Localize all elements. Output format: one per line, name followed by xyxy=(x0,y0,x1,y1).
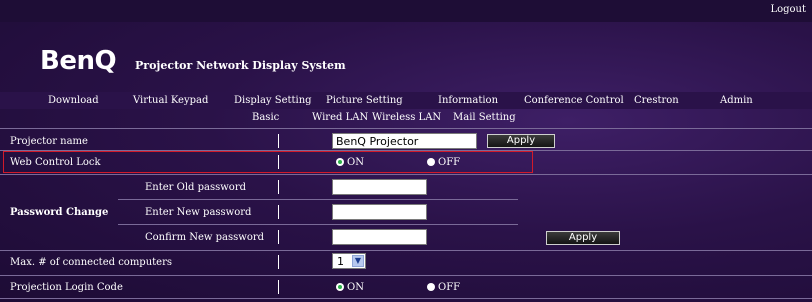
row-divider xyxy=(0,128,812,129)
main-nav: Download Virtual Keypad Display Setting … xyxy=(0,92,812,109)
projection-login-code-label: Projection Login Code xyxy=(10,282,123,293)
projection-login-off-radio[interactable]: OFF xyxy=(427,282,460,293)
nav-admin[interactable]: Admin xyxy=(720,95,753,106)
row-divider xyxy=(0,298,812,299)
password-change-label: Password Change xyxy=(10,207,109,218)
nav-virtual-keypad[interactable]: Virtual Keypad xyxy=(133,95,208,106)
nav-conference-control[interactable]: Conference Control xyxy=(524,95,624,106)
app-frame: Logout BenQ Projector Network Display Sy… xyxy=(0,0,812,302)
radio-label: ON xyxy=(347,282,364,293)
password-apply-button[interactable]: Apply xyxy=(546,231,620,245)
column-separator xyxy=(278,180,279,194)
column-separator xyxy=(278,134,279,148)
nav-download[interactable]: Download xyxy=(48,95,99,106)
old-password-input[interactable] xyxy=(332,179,427,195)
column-separator xyxy=(278,255,279,269)
nav-information[interactable]: Information xyxy=(438,95,498,106)
chevron-down-icon[interactable]: ▼ xyxy=(352,255,364,267)
system-title: Projector Network Display System xyxy=(135,59,346,72)
benq-logo: BenQ xyxy=(40,46,117,76)
row-divider xyxy=(0,275,812,276)
subnav-wireless-lan[interactable]: Wireless LAN xyxy=(372,112,441,123)
projector-name-label: Projector name xyxy=(10,136,88,147)
web-control-lock-label: Web Control Lock xyxy=(10,157,101,168)
max-connected-label: Max. # of connected computers xyxy=(10,257,172,268)
subnav-mail-setting[interactable]: Mail Setting xyxy=(453,112,516,123)
max-connected-value: 1 xyxy=(337,255,344,268)
projection-login-on-radio[interactable]: ON xyxy=(336,282,364,293)
subnav-wired-lan[interactable]: Wired LAN xyxy=(312,112,368,123)
web-control-lock-on-radio[interactable]: ON xyxy=(336,157,364,168)
old-password-label: Enter Old password xyxy=(145,182,247,193)
row-divider xyxy=(118,199,518,200)
radio-label: OFF xyxy=(438,157,461,168)
subnav-basic[interactable]: Basic xyxy=(252,112,279,123)
top-strip xyxy=(0,0,812,22)
row-divider xyxy=(0,174,812,175)
radio-selected-icon xyxy=(336,158,344,166)
nav-display-setting[interactable]: Display Setting xyxy=(234,95,312,106)
nav-picture-setting[interactable]: Picture Setting xyxy=(326,95,403,106)
new-password-input[interactable] xyxy=(332,204,427,220)
new-password-label: Enter New password xyxy=(145,207,252,218)
confirm-password-input[interactable] xyxy=(332,229,427,245)
column-separator xyxy=(278,205,279,219)
row-divider xyxy=(0,250,812,251)
radio-selected-icon xyxy=(336,283,344,291)
radio-icon xyxy=(427,283,435,291)
column-separator xyxy=(278,230,279,244)
logout-link[interactable]: Logout xyxy=(770,4,806,15)
row-divider xyxy=(118,224,518,225)
radio-label: ON xyxy=(347,157,364,168)
nav-crestron[interactable]: Crestron xyxy=(634,95,679,106)
web-control-lock-off-radio[interactable]: OFF xyxy=(427,157,460,168)
max-connected-select[interactable]: 1 ▼ xyxy=(332,253,366,269)
column-separator xyxy=(278,155,279,169)
radio-label: OFF xyxy=(438,282,461,293)
projector-name-apply-button[interactable]: Apply xyxy=(487,134,555,148)
column-separator xyxy=(278,280,279,294)
projector-name-input[interactable] xyxy=(332,133,477,149)
radio-icon xyxy=(427,158,435,166)
confirm-password-label: Confirm New password xyxy=(145,232,265,243)
